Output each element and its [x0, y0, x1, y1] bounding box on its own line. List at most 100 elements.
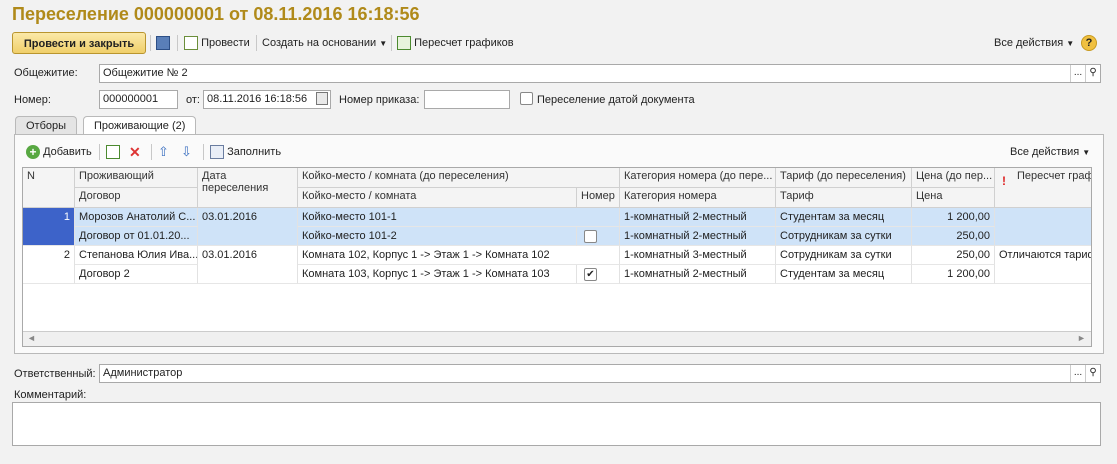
- dorm-select-button[interactable]: ...: [1070, 65, 1085, 82]
- move-by-date-checkbox[interactable]: [520, 92, 533, 105]
- add-button-label: Добавить: [43, 146, 92, 158]
- number-field[interactable]: 000000001: [99, 90, 178, 109]
- responsible-field[interactable]: Администратор: [99, 364, 1101, 383]
- number-value: 000000001: [103, 93, 159, 105]
- responsible-select-button[interactable]: ...: [1070, 365, 1085, 382]
- col-header-recalc-label: Пересчет граф: [1017, 170, 1092, 182]
- move-date-cell[interactable]: 03.01.2016: [198, 208, 298, 246]
- col-header-price-before[interactable]: Цена (до пер...: [912, 168, 995, 188]
- post-and-close-button[interactable]: Провести и закрыть: [12, 32, 146, 54]
- category-before-cell[interactable]: 1-комнатный 3-местный: [620, 246, 776, 265]
- bed-cell[interactable]: Комната 103, Корпус 1 -> Этаж 1 -> Комна…: [298, 265, 577, 284]
- col-header-contract[interactable]: Договор: [75, 188, 198, 208]
- contract-cell[interactable]: Договор 2: [75, 265, 198, 284]
- number-label: Номер:: [14, 94, 51, 106]
- bed-before-cell[interactable]: Комната 102, Корпус 1 -> Этаж 1 -> Комна…: [298, 246, 620, 265]
- horizontal-scrollbar[interactable]: ◄ ►: [23, 331, 1091, 346]
- recalc-cell[interactable]: [995, 208, 1091, 246]
- tab-residents[interactable]: Проживающие (2): [83, 116, 197, 135]
- post-button[interactable]: Провести: [184, 32, 250, 54]
- help-button[interactable]: ?: [1081, 35, 1097, 51]
- category-before-cell[interactable]: 1-комнатный 2-местный: [620, 208, 776, 227]
- warning-icon: !: [1002, 174, 1006, 188]
- add-button[interactable]: + Добавить: [26, 141, 92, 163]
- price-cell[interactable]: 250,00: [912, 227, 995, 246]
- col-header-move-date-line1: Дата: [202, 170, 227, 182]
- price-cell[interactable]: 1 200,00: [912, 265, 995, 284]
- dorm-open-button[interactable]: ⚲: [1085, 65, 1100, 82]
- col-header-move-date-line2: переселения: [202, 182, 269, 194]
- tariff-before-cell[interactable]: Сотрудникам за сутки: [776, 246, 912, 265]
- responsible-value: Администратор: [103, 367, 183, 379]
- order-number-label: Номер приказа:: [339, 94, 420, 106]
- col-header-bed-before[interactable]: Койко-место / комната (до переселения): [298, 168, 620, 188]
- row-number[interactable]: 1: [23, 208, 75, 246]
- col-header-room-flag[interactable]: Номер: [577, 188, 620, 208]
- category-cell[interactable]: 1-комнатный 2-местный: [620, 265, 776, 284]
- copy-row-button[interactable]: [106, 141, 120, 163]
- scroll-right-icon[interactable]: ►: [1077, 332, 1086, 345]
- arrow-up-icon: ⇧: [158, 144, 169, 159]
- move-by-date-label: Переселение датой документа: [537, 94, 695, 106]
- row-number[interactable]: 2: [23, 246, 75, 284]
- col-header-recalc[interactable]: ! Пересчет граф: [995, 168, 1092, 208]
- recalc-schedules-button[interactable]: Пересчет графиков: [397, 32, 514, 54]
- dorm-value: Общежитие № 2: [103, 67, 188, 79]
- tariff-before-cell[interactable]: Студентам за месяц: [776, 208, 912, 227]
- all-actions-label: Все действия: [994, 37, 1064, 49]
- col-header-resident[interactable]: Проживающий: [75, 168, 198, 188]
- resident-cell[interactable]: Степанова Юлия Ива...: [75, 246, 198, 265]
- dropdown-arrow-icon: ▼: [379, 39, 388, 48]
- tab-filters[interactable]: Отборы: [15, 116, 78, 134]
- col-header-category[interactable]: Категория номера: [620, 188, 776, 208]
- save-button[interactable]: [156, 32, 170, 54]
- grid-all-actions-menu[interactable]: Все действия ▼: [1010, 141, 1090, 163]
- date-label: от:: [186, 94, 200, 106]
- contract-cell[interactable]: Договор от 01.01.20...: [75, 227, 198, 246]
- grid-all-actions-label: Все действия: [1010, 146, 1080, 158]
- col-header-tariff[interactable]: Тариф: [776, 188, 912, 208]
- dorm-field[interactable]: Общежитие № 2: [99, 64, 1101, 83]
- delete-row-button[interactable]: ✕: [129, 141, 141, 163]
- col-header-n[interactable]: N: [23, 168, 75, 208]
- recalc-schedules-label: Пересчет графиков: [414, 37, 514, 49]
- recalc-schedules-icon: [397, 36, 411, 51]
- price-before-cell[interactable]: 250,00: [912, 246, 995, 265]
- post-document-icon: [184, 36, 198, 51]
- responsible-open-button[interactable]: ⚲: [1085, 365, 1100, 382]
- resident-cell[interactable]: Морозов Анатолий С...: [75, 208, 198, 227]
- tariff-cell[interactable]: Студентам за месяц: [776, 265, 912, 284]
- comment-textarea[interactable]: [12, 402, 1101, 446]
- tariff-cell[interactable]: Сотрудникам за сутки: [776, 227, 912, 246]
- bed-cell[interactable]: Койко-место 101-2: [298, 227, 577, 246]
- move-down-button[interactable]: ⇩: [181, 141, 192, 163]
- recalc-cell[interactable]: Отличаются тариф: [995, 246, 1091, 284]
- room-flag-checkbox[interactable]: ✔: [584, 268, 597, 281]
- fill-table-icon: [210, 145, 224, 160]
- room-flag-checkbox[interactable]: [584, 230, 597, 243]
- post-button-label: Провести: [201, 37, 250, 49]
- fill-button[interactable]: Заполнить: [210, 141, 281, 163]
- create-based-on-label: Создать на основании: [262, 37, 377, 49]
- room-flag-cell[interactable]: ✔: [577, 265, 620, 284]
- order-number-field[interactable]: [424, 90, 510, 109]
- col-header-move-date[interactable]: Дата переселения: [198, 168, 298, 208]
- move-date-cell[interactable]: 03.01.2016: [198, 246, 298, 284]
- toolbar-separator: [391, 35, 392, 51]
- all-actions-menu[interactable]: Все действия ▼: [994, 32, 1074, 54]
- col-header-bed[interactable]: Койко-место / комната: [298, 188, 577, 208]
- col-header-category-before[interactable]: Категория номера (до пере...: [620, 168, 776, 188]
- col-header-price[interactable]: Цена: [912, 188, 995, 208]
- create-based-on-button[interactable]: Создать на основании ▼: [262, 32, 387, 54]
- move-up-button[interactable]: ⇧: [158, 141, 169, 163]
- delete-icon: ✕: [129, 144, 141, 160]
- category-cell[interactable]: 1-комнатный 2-местный: [620, 227, 776, 246]
- col-header-tariff-before[interactable]: Тариф (до переселения): [776, 168, 912, 188]
- toolbar-separator: [203, 144, 204, 160]
- calendar-icon[interactable]: [316, 92, 328, 105]
- price-before-cell[interactable]: 1 200,00: [912, 208, 995, 227]
- date-field[interactable]: 08.11.2016 16:18:56: [203, 90, 331, 109]
- scroll-left-icon[interactable]: ◄: [27, 332, 36, 345]
- room-flag-cell[interactable]: [577, 227, 620, 246]
- bed-before-cell[interactable]: Койко-место 101-1: [298, 208, 620, 227]
